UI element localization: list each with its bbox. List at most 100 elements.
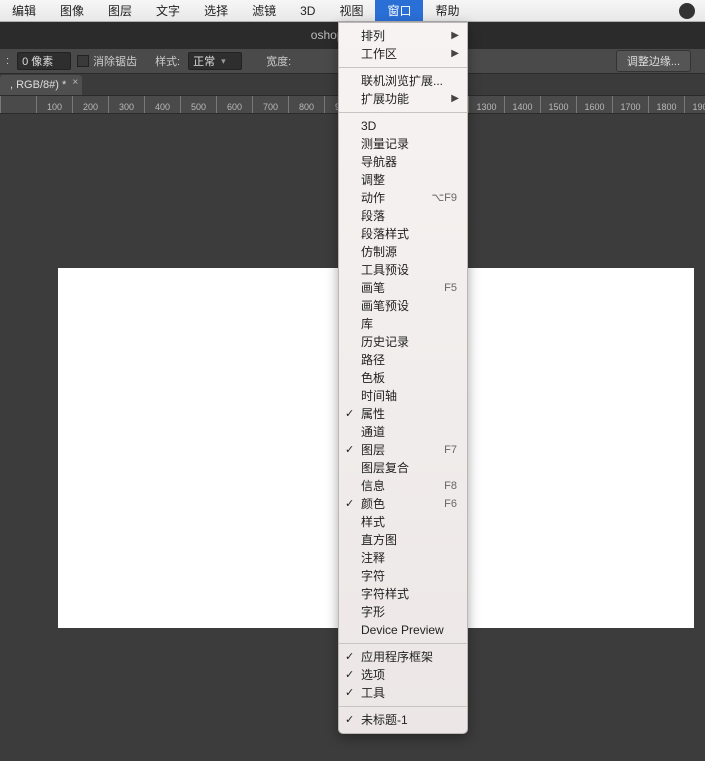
menu-item-label: 工具预设: [361, 263, 409, 277]
ruler-tick: 400: [144, 96, 180, 113]
close-icon[interactable]: ×: [72, 77, 78, 88]
document-tab[interactable]: , RGB/8#) * ×: [0, 75, 82, 95]
menu-item-label: 段落: [361, 209, 385, 223]
menu-item-label: 色板: [361, 371, 385, 385]
menu-item[interactable]: 工具预设: [339, 261, 467, 279]
ruler-tick: [0, 96, 36, 113]
menu-image[interactable]: 图像: [48, 0, 96, 21]
menu-item[interactable]: 排列▶: [339, 27, 467, 45]
menu-item[interactable]: 信息 F8: [339, 477, 467, 495]
menu-item[interactable]: 调整: [339, 171, 467, 189]
menu-item[interactable]: 段落样式: [339, 225, 467, 243]
menu-item[interactable]: 段落: [339, 207, 467, 225]
menu-item[interactable]: 画笔 F5: [339, 279, 467, 297]
menu-shortcut: F8: [444, 477, 457, 495]
antialias-checkbox[interactable]: [77, 55, 89, 67]
width-label: 宽度:: [266, 53, 291, 69]
menu-item[interactable]: 通道: [339, 423, 467, 441]
ruler-tick: 1800: [648, 96, 684, 113]
refine-edge-button[interactable]: 调整边缘...: [616, 50, 691, 72]
menu-item[interactable]: 动作⌥F9: [339, 189, 467, 207]
menu-item-label: 导航器: [361, 155, 397, 169]
ruler-tick: 1400: [504, 96, 540, 113]
menu-item-label: 3D: [361, 119, 376, 133]
user-avatar-icon[interactable]: [679, 3, 695, 19]
ruler-tick: 600: [216, 96, 252, 113]
menu-filter[interactable]: 滤镜: [240, 0, 288, 21]
check-icon: ✓: [345, 648, 354, 666]
ruler-tick: 1600: [576, 96, 612, 113]
system-menu-bar: 编辑 图像 图层 文字 选择 滤镜 3D 视图 窗口 帮助: [0, 0, 705, 22]
menu-view[interactable]: 视图: [327, 0, 375, 21]
size-input[interactable]: 0 像素: [17, 52, 71, 70]
menu-item[interactable]: 色板: [339, 369, 467, 387]
menu-item-label: 图层复合: [361, 461, 409, 475]
submenu-arrow-icon: ▶: [451, 45, 459, 63]
menu-item[interactable]: ✓ 图层 F7: [339, 441, 467, 459]
menu-window[interactable]: 窗口: [375, 0, 423, 21]
ruler-tick: 300: [108, 96, 144, 113]
style-label: 样式:: [155, 53, 180, 69]
menu-item-label: 图层: [361, 443, 385, 457]
chevron-down-icon: ▾: [221, 56, 226, 67]
menu-item[interactable]: 样式: [339, 513, 467, 531]
menu-item[interactable]: 画笔预设: [339, 297, 467, 315]
menu-text[interactable]: 文字: [144, 0, 192, 21]
menu-help[interactable]: 帮助: [423, 0, 471, 21]
menu-item[interactable]: 扩展功能▶: [339, 90, 467, 108]
ruler-tick: 500: [180, 96, 216, 113]
menu-item[interactable]: 路径: [339, 351, 467, 369]
menu-item-label: 扩展功能: [361, 92, 409, 106]
menu-item-label: 画笔: [361, 281, 385, 295]
menu-item[interactable]: 注释: [339, 549, 467, 567]
menu-item-label: 动作: [361, 191, 385, 205]
menu-item[interactable]: 字符: [339, 567, 467, 585]
menu-item-label: 属性: [361, 407, 385, 421]
menu-edit[interactable]: 编辑: [0, 0, 48, 21]
menu-item[interactable]: ✓应用程序框架: [339, 648, 467, 666]
menu-item-label: 调整: [361, 173, 385, 187]
menu-item-label: 段落样式: [361, 227, 409, 241]
menu-item[interactable]: ✓选项: [339, 666, 467, 684]
menu-item-label: 排列: [361, 29, 385, 43]
menu-item[interactable]: 测量记录: [339, 135, 467, 153]
menu-item[interactable]: ✓属性: [339, 405, 467, 423]
menu-item[interactable]: ✓工具: [339, 684, 467, 702]
ruler-tick: 1300: [468, 96, 504, 113]
menu-item-label: 联机浏览扩展...: [361, 74, 443, 88]
menu-item[interactable]: 时间轴: [339, 387, 467, 405]
menu-item-label: 工作区: [361, 47, 397, 61]
menu-item-label: 仿制源: [361, 245, 397, 259]
menu-select[interactable]: 选择: [192, 0, 240, 21]
style-select[interactable]: 正常▾: [188, 52, 242, 70]
menu-item[interactable]: 图层复合: [339, 459, 467, 477]
menu-shortcut: F7: [444, 441, 457, 459]
menu-item[interactable]: ✓颜色F6: [339, 495, 467, 513]
menu-item[interactable]: 导航器: [339, 153, 467, 171]
menu-item[interactable]: 字符样式: [339, 585, 467, 603]
menu-item[interactable]: 历史记录: [339, 333, 467, 351]
menu-item[interactable]: 仿制源: [339, 243, 467, 261]
check-icon: ✓: [345, 441, 354, 459]
menu-shortcut: F5: [444, 279, 457, 297]
menu-item-label: 样式: [361, 515, 385, 529]
size-label: :: [6, 55, 9, 67]
menu-item[interactable]: 联机浏览扩展...: [339, 72, 467, 90]
menu-item[interactable]: ✓未标题-1: [339, 711, 467, 729]
menu-item-label: 信息: [361, 479, 385, 493]
menu-item[interactable]: 字形: [339, 603, 467, 621]
menu-3d[interactable]: 3D: [288, 0, 327, 21]
ruler-tick: 1700: [612, 96, 648, 113]
menu-item[interactable]: Device Preview: [339, 621, 467, 639]
menu-item[interactable]: 库: [339, 315, 467, 333]
menu-item-label: 通道: [361, 425, 385, 439]
ruler-tick: 100: [36, 96, 72, 113]
check-icon: ✓: [345, 666, 354, 684]
menu-item[interactable]: 工作区 ▶: [339, 45, 467, 63]
ruler-tick: 1500: [540, 96, 576, 113]
menu-item[interactable]: 3D: [339, 117, 467, 135]
menu-shortcut: F6: [444, 495, 457, 513]
menu-layer[interactable]: 图层: [96, 0, 144, 21]
menu-item-label: 注释: [361, 551, 385, 565]
menu-item[interactable]: 直方图: [339, 531, 467, 549]
